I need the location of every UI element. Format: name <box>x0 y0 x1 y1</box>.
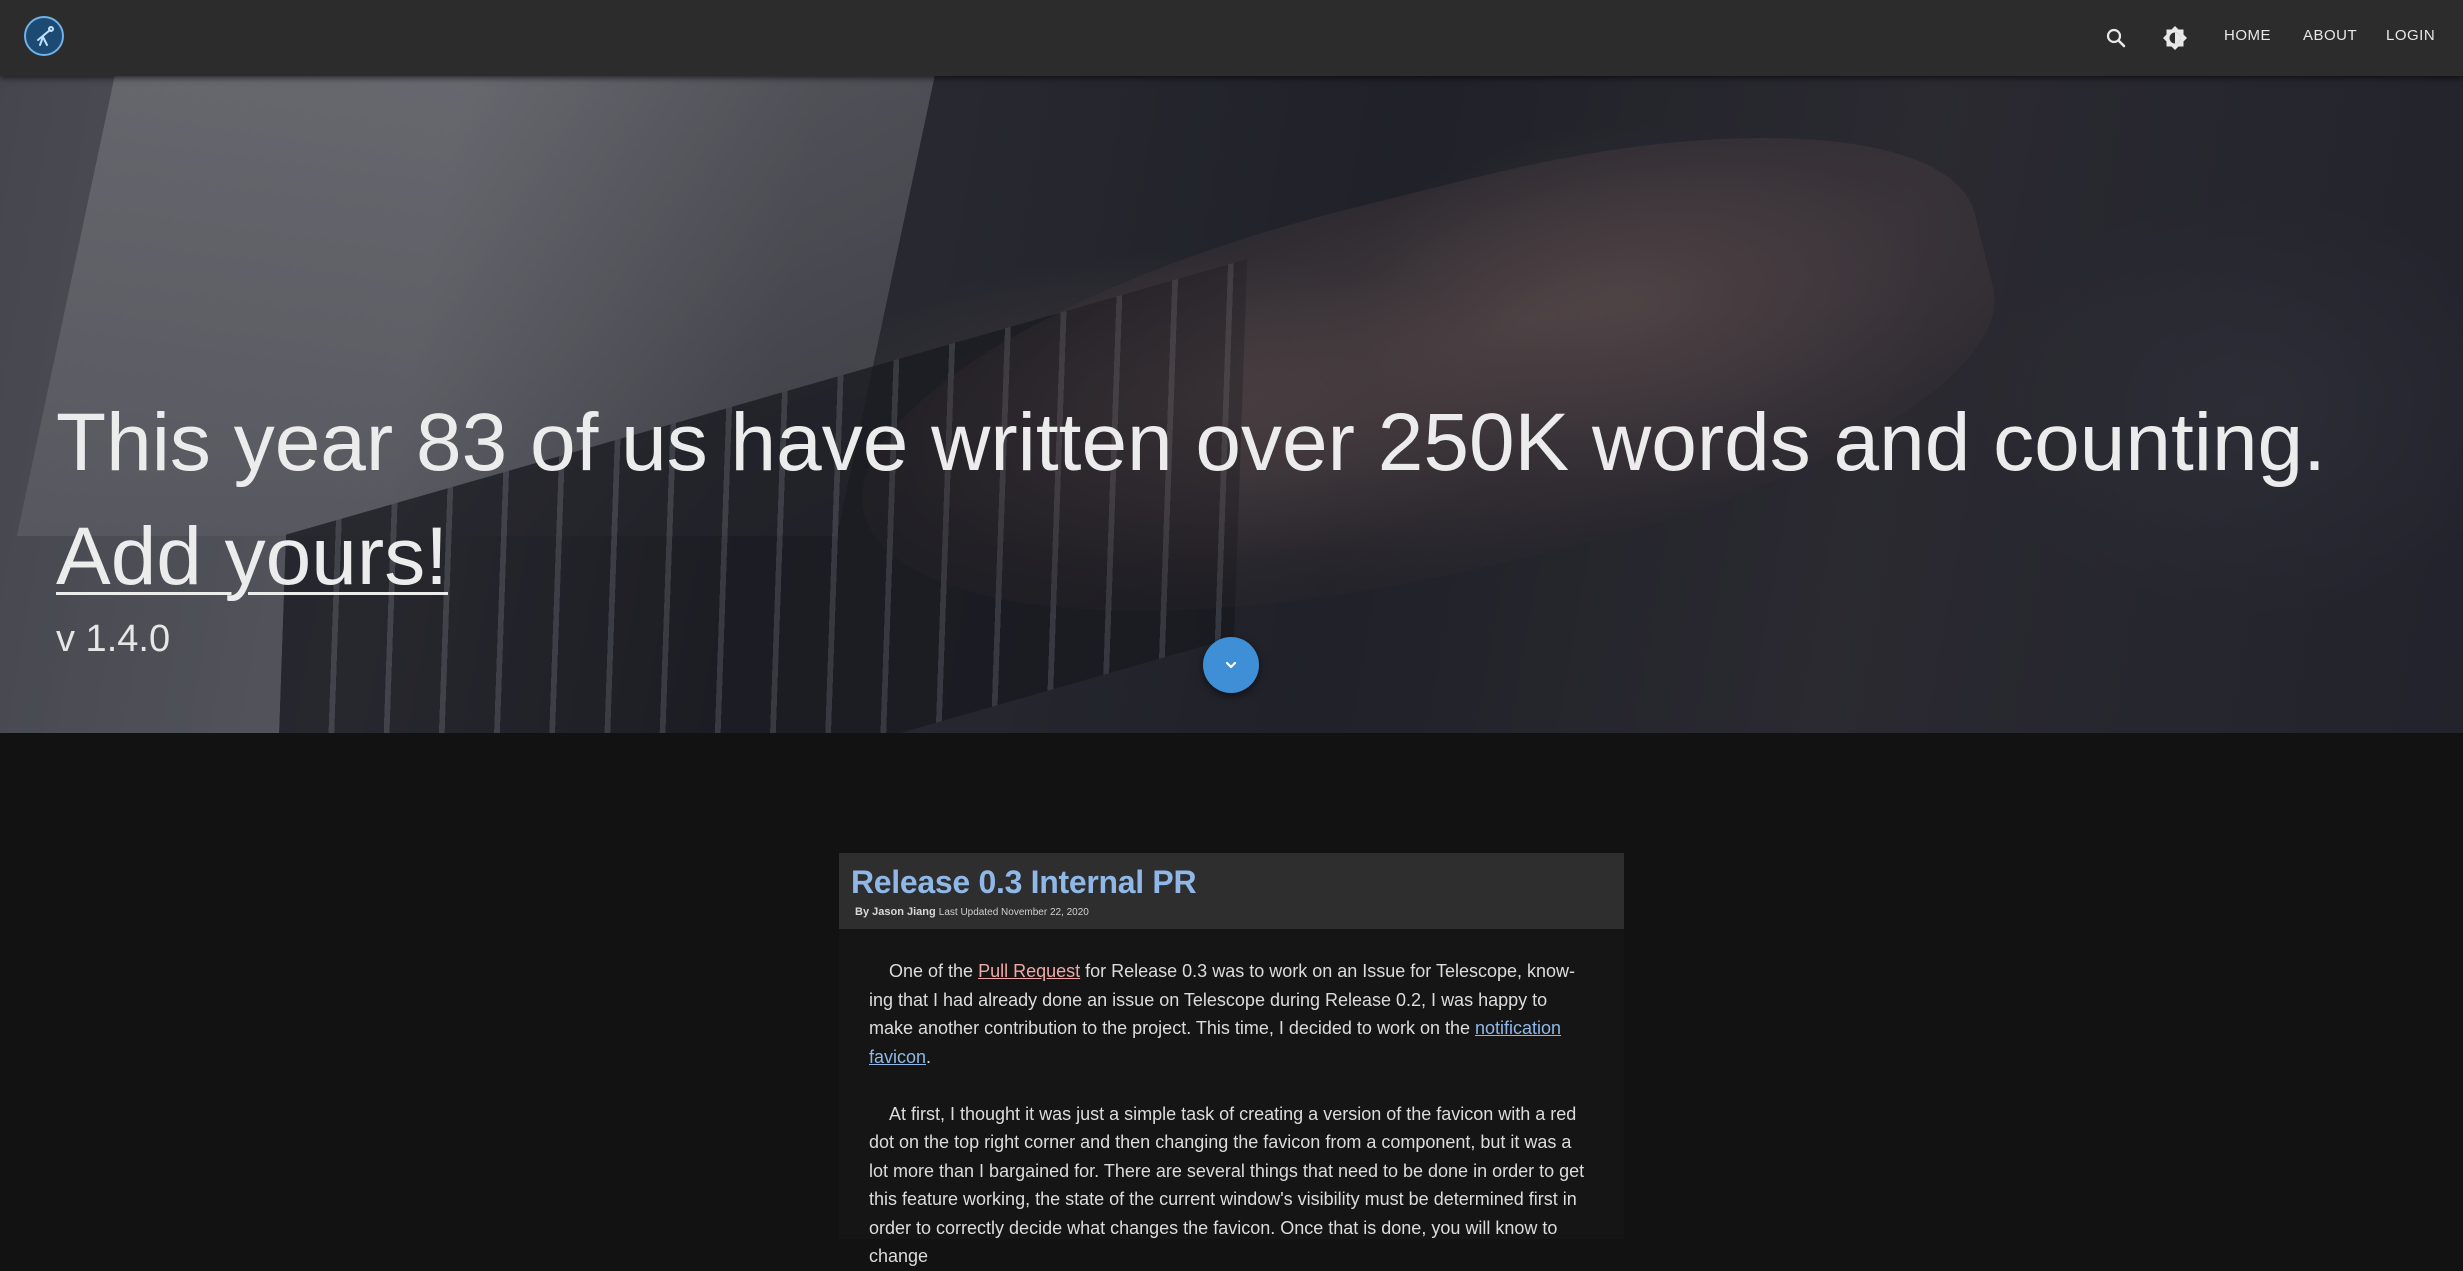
post-text: One of the <box>889 961 979 981</box>
post-updated-date: Last Updated November 22, 2020 <box>938 907 1089 919</box>
top-app-bar: HOME ABOUT LOGIN <box>0 0 2463 76</box>
post-text: . <box>926 1046 932 1067</box>
post-meta: By Jason Jiang Last Updated November 22,… <box>851 906 1612 918</box>
telescope-logo-icon[interactable] <box>24 16 64 56</box>
nav-login-link[interactable]: LOGIN <box>2386 27 2435 44</box>
blog-post: Release 0.3 Internal PR By Jason Jiang L… <box>839 853 1624 1266</box>
hero-banner: This year 83 of us have written over 250… <box>0 76 2463 733</box>
search-icon[interactable] <box>2100 22 2132 54</box>
post-content: One of the Pull Request for Release 0.3 … <box>839 929 1624 1266</box>
post-header: Release 0.3 Internal PR By Jason Jiang L… <box>839 853 1624 929</box>
hero-headline: This year 83 of us have written over 250… <box>56 397 2326 488</box>
pull-request-link[interactable]: Pull Request <box>978 961 1080 981</box>
post-paragraph: At first, I thought it was just a simple… <box>869 1103 1585 1267</box>
brightness-icon[interactable] <box>2159 22 2191 54</box>
post-author[interactable]: By Jason Jiang <box>855 906 936 918</box>
scroll-down-button[interactable] <box>1203 637 1259 693</box>
post-title-link[interactable]: Release 0.3 Internal PR <box>851 864 1197 900</box>
nav-home-link[interactable]: HOME <box>2224 27 2271 44</box>
nav-about-link[interactable]: ABOUT <box>2303 27 2357 44</box>
version-label: v 1.4.0 <box>56 618 171 660</box>
post-paragraph: One of the Pull Request for Release 0.3 … <box>869 957 1594 1071</box>
add-yours-link[interactable]: Add yours! <box>56 511 448 602</box>
chevron-down-icon <box>1225 661 1237 669</box>
